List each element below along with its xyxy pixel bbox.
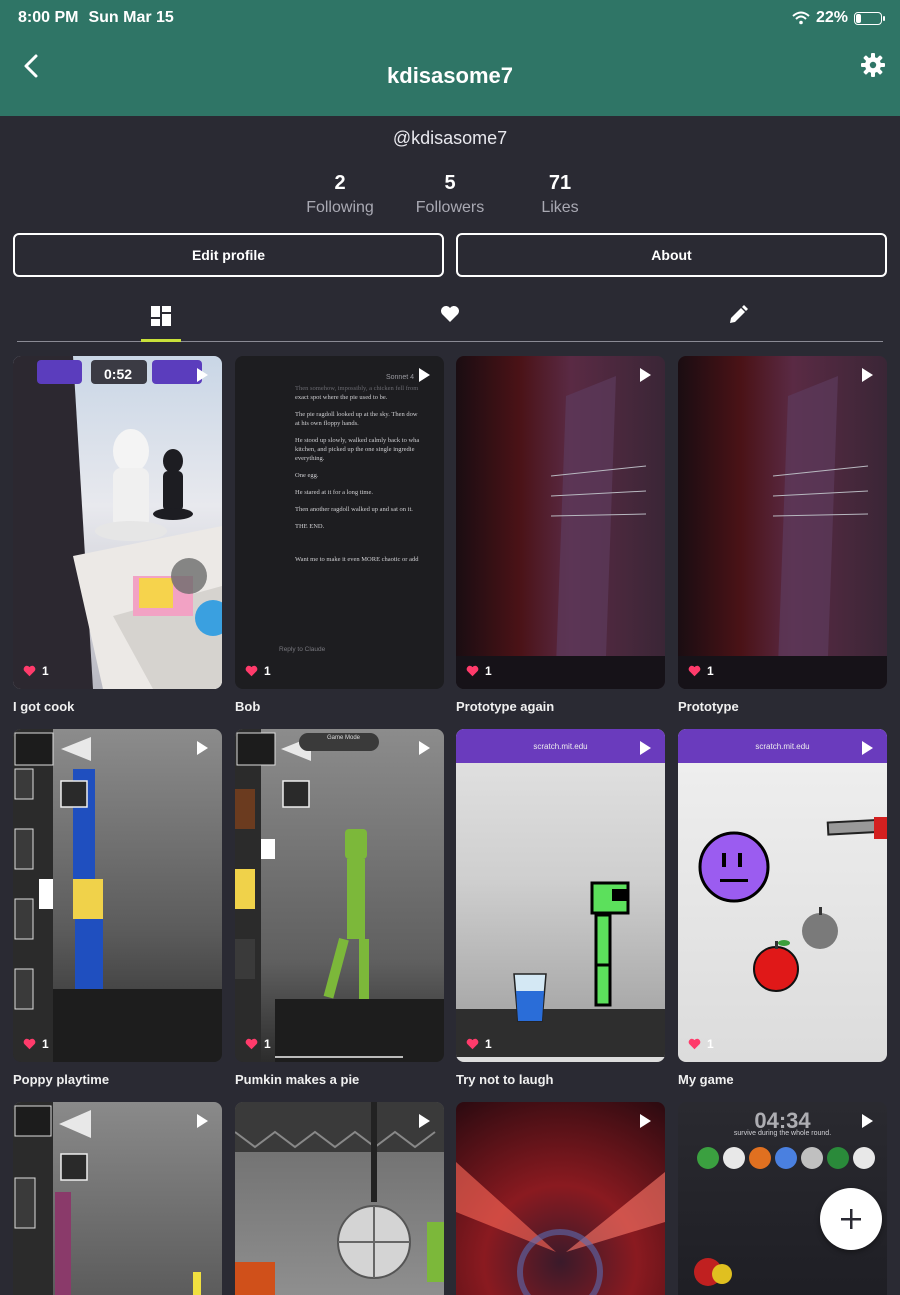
tab-posts[interactable] [141,296,181,342]
following-label: Following [306,199,374,216]
wifi-icon [792,11,810,25]
thumbnail-image [13,1102,201,1295]
like-count: 1 [466,664,492,678]
video-tile[interactable]: 0:52 1 [13,356,222,689]
stat-following[interactable]: 2 Following [280,172,400,217]
thumb-sonnet-label: Sonnet 4 [385,374,414,381]
back-button[interactable] [18,52,46,80]
like-count: 1 [688,1037,714,1051]
thumbnail-image [13,356,222,689]
grid-icon [151,306,171,326]
post-caption[interactable]: My game [678,1072,734,1087]
video-tile[interactable]: 1 [456,356,665,689]
pencil-icon [730,305,748,323]
page-title: kdisasome7 [387,63,513,88]
thumbnail-image [456,1162,665,1295]
like-count: 1 [245,1037,271,1051]
video-tile[interactable]: Game Mode 1 [235,729,444,1062]
play-icon [640,1114,651,1128]
tab-liked[interactable] [430,296,470,342]
thumb-game-mode: Game Mode [327,735,361,741]
play-icon [640,741,651,755]
profile-header: kdisasome7 [0,36,900,116]
heart-icon [466,665,479,677]
like-count: 1 [23,1037,49,1051]
heart-icon [23,665,36,677]
heart-icon [245,665,258,677]
video-tile[interactable] [235,1102,444,1295]
play-icon [419,1114,430,1128]
followers-label: Followers [415,199,485,216]
heart-icon [688,1038,701,1050]
likes-label: Likes [541,199,579,216]
post-caption[interactable]: Prototype [678,699,739,714]
like-count: 1 [23,664,49,678]
likes-count: 71 [548,172,572,194]
post-caption[interactable]: I got cook [13,699,74,714]
play-icon [862,1114,873,1128]
edit-profile-button[interactable]: Edit profile [13,233,444,277]
video-tile[interactable] [13,1102,222,1295]
post-caption[interactable]: Pumkin makes a pie [235,1072,359,1087]
followers-count: 5 [444,172,456,194]
game-timer: 0:52 [104,366,133,382]
create-post-button[interactable] [820,1188,882,1250]
post-caption[interactable]: Poppy playtime [13,1072,109,1087]
video-tile[interactable]: Sonnet 4 Then somehow, impossibly, a chi… [235,356,444,689]
following-count: 2 [334,172,346,194]
video-tile[interactable] [456,1102,665,1295]
thumbnail-image [698,817,887,992]
status-date: Sun Mar 15 [88,9,174,26]
video-tile[interactable]: 1 [678,356,887,689]
video-tile[interactable]: scratch.mit.edu 1 [678,729,887,1062]
like-count: 1 [688,664,714,678]
settings-gear-icon[interactable] [860,52,886,78]
like-count: 1 [466,1037,492,1051]
heart-icon [245,1038,258,1050]
thumbnail-image [456,881,665,1062]
like-count: 1 [245,664,271,678]
stat-followers[interactable]: 5 Followers [390,172,510,217]
thumbnail-image [235,1102,444,1295]
status-time: 8:00 PM [18,9,79,26]
play-icon [640,368,651,382]
play-icon [197,368,208,382]
heart-icon [23,1038,36,1050]
thumbnail-image [13,729,222,1062]
video-tile[interactable]: 1 [13,729,222,1062]
post-caption[interactable]: Try not to laugh [456,1072,554,1087]
thumbnail-image [456,376,665,689]
play-icon [419,741,430,755]
thumb-reply-hint: Reply to Claude [279,646,326,653]
thumb-story-text: Then somehow, impossibly, a chicken fell… [295,385,420,563]
play-icon [862,741,873,755]
profile-tabs [17,296,883,342]
stat-likes[interactable]: 71 Likes [500,172,620,217]
active-tab-indicator [141,339,181,342]
play-icon [197,741,208,755]
thumbnail-image [235,729,444,1062]
play-icon [197,1114,208,1128]
thumbnail-image [678,376,887,689]
post-caption[interactable]: Bob [235,699,260,714]
play-icon [862,368,873,382]
tab-drafts[interactable] [718,296,758,342]
about-button[interactable]: About [456,233,887,277]
profile-handle: @kdisasome7 [392,128,508,148]
play-icon [419,368,430,382]
heart-icon [466,1038,479,1050]
heart-icon [441,306,459,322]
heart-icon [688,665,701,677]
battery-percent: 22% [815,9,848,26]
status-bar: 8:00 PM Sun Mar 15 22% [0,0,900,36]
battery-icon [854,11,885,25]
post-caption[interactable]: Prototype again [456,699,554,714]
plus-icon [841,1209,861,1229]
video-tile[interactable]: scratch.mit.edu 1 [456,729,665,1062]
